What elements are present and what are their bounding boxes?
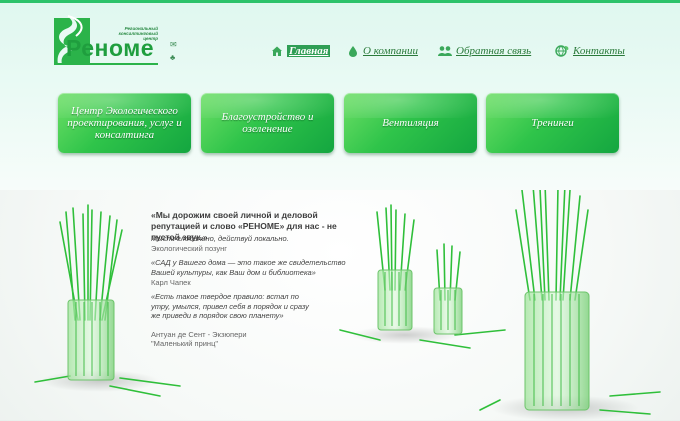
tile-label: Благоустройство и озеленение (221, 111, 314, 135)
tile-label: Центр Экологического проектирования, усл… (67, 105, 182, 141)
envelope-icon[interactable]: ✉ (170, 41, 179, 49)
sitemap-icon[interactable]: ♣ (170, 54, 179, 62)
tile-label: Тренинги (531, 117, 574, 129)
top-accent-line (0, 0, 680, 3)
leaf-drop-icon (349, 46, 357, 57)
quote-2: «САД у Вашего дома — это такое же свидет… (151, 258, 346, 277)
tile-landscaping[interactable]: Благоустройство и озеленение (201, 93, 334, 153)
tile-trainings[interactable]: Тренинги (486, 93, 619, 153)
quote-2-author: Карл Чапек (151, 278, 191, 287)
quote-1: Мысли глобально, действуй локально. (151, 234, 289, 243)
tile-label: Вентиляция (382, 117, 439, 129)
nav-item-contacts[interactable]: Контакты (555, 45, 625, 57)
quote-1-author: Экологический позунг (151, 244, 228, 253)
quote-3-source: "Маленький принц" (151, 339, 219, 348)
nav-label-contacts[interactable]: Контакты (573, 45, 625, 57)
nav-item-feedback[interactable]: Обратная связь (438, 45, 531, 57)
quote-3: «Есть такое твердое правило: встал по ут… (151, 292, 309, 320)
house-icon (272, 46, 282, 56)
people-icon (438, 46, 452, 56)
nav-item-home[interactable]: Главная (271, 45, 331, 57)
nav-item-about[interactable]: О компании (347, 45, 418, 57)
tile-eco-center[interactable]: Центр Экологического проектирования, усл… (58, 93, 191, 153)
logo-name: Реноме (66, 35, 155, 61)
globe-icon (555, 45, 569, 57)
nav-label-home[interactable]: Главная (287, 45, 331, 57)
tile-ventilation[interactable]: Вентиляция (344, 93, 477, 153)
nav-label-about[interactable]: О компании (363, 45, 418, 57)
nav-label-feedback[interactable]: Обратная связь (456, 45, 531, 57)
